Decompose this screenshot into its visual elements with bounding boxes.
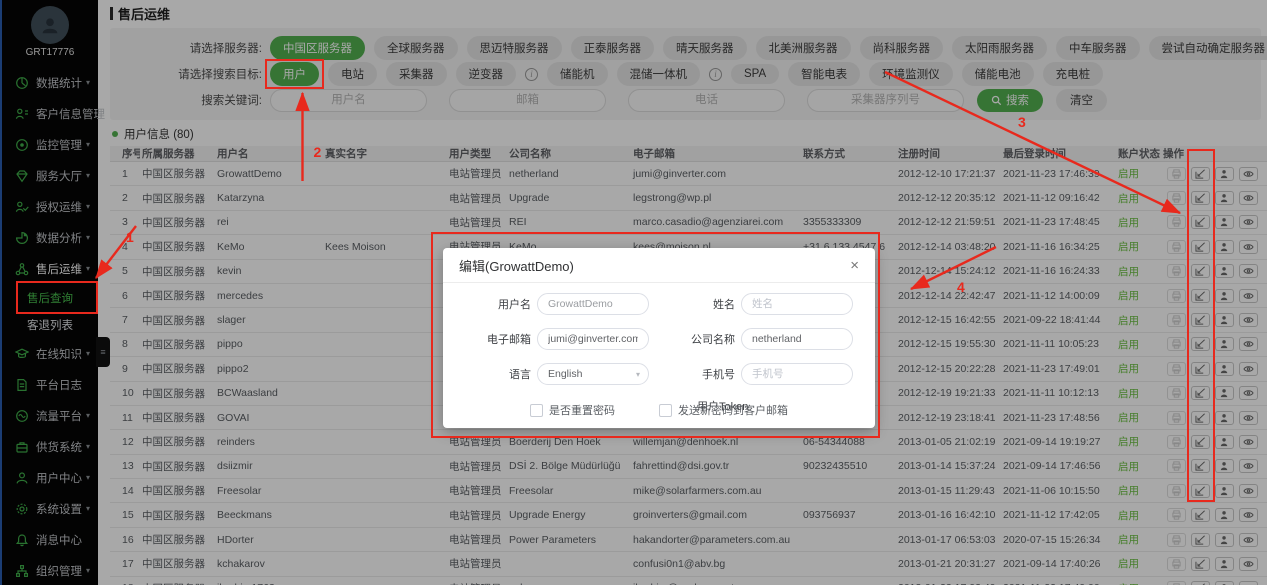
modal-title: 编辑(GrowattDemo) bbox=[459, 256, 574, 275]
checkbox-icon bbox=[530, 404, 543, 417]
phone-field-row: 手机号 bbox=[659, 363, 853, 385]
edit-user-modal: 编辑(GrowattDemo) × 用户名 姓名 电子邮箱 公司名称 语言 En… bbox=[443, 248, 875, 428]
lastname-field-row: 姓名 bbox=[659, 293, 853, 315]
company-field[interactable] bbox=[741, 328, 853, 350]
close-icon[interactable]: × bbox=[850, 258, 859, 273]
email-field-row: 电子邮箱 bbox=[455, 328, 649, 350]
modal-header: 编辑(GrowattDemo) × bbox=[443, 248, 875, 283]
chevron-down-icon: ▾ bbox=[636, 370, 640, 379]
modal-checkbox[interactable]: 发送新密码到客户邮箱 bbox=[659, 402, 788, 418]
language-field-row: 语言 English ▾ bbox=[455, 363, 649, 385]
company-field-row: 公司名称 bbox=[659, 328, 853, 350]
language-select[interactable]: English ▾ bbox=[537, 363, 649, 385]
username-field[interactable] bbox=[537, 293, 649, 315]
modal-checkbox[interactable]: 是否重置密码 bbox=[530, 402, 615, 418]
email-field[interactable] bbox=[537, 328, 649, 350]
checkbox-icon bbox=[659, 404, 672, 417]
lastname-field[interactable] bbox=[741, 293, 853, 315]
username-field-row: 用户名 bbox=[455, 293, 649, 315]
phone-field[interactable] bbox=[741, 363, 853, 385]
modal-body: 用户名 姓名 电子邮箱 公司名称 语言 English ▾ 手机号 用户Toke… bbox=[443, 283, 875, 414]
modal-checkbox-row: 是否重置密码 发送新密码到客户邮箱 bbox=[443, 402, 875, 418]
